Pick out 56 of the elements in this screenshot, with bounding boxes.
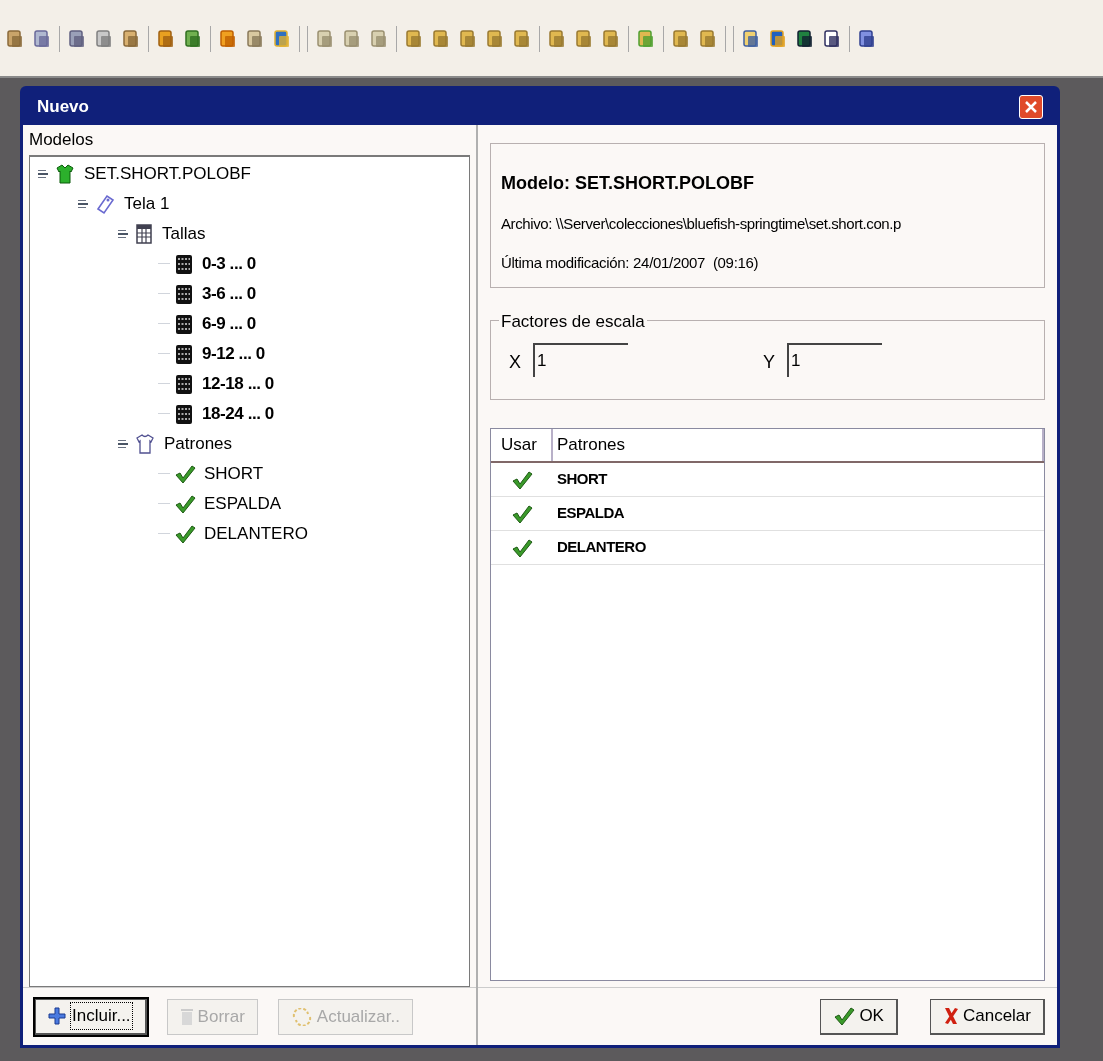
collapse-toggle[interactable]	[118, 229, 130, 238]
checkmark-icon	[174, 493, 196, 514]
collapse-toggle[interactable]	[78, 199, 90, 208]
dialog-button[interactable]: OK	[820, 998, 898, 1035]
tree-item[interactable]: 18-24 ... 0	[202, 400, 274, 427]
checkmark-icon	[174, 523, 196, 544]
tree-item[interactable]: Patrones	[164, 430, 233, 457]
column-header[interactable]: Patrones	[553, 429, 1044, 461]
table-cell-text: DELANTERO	[556, 537, 646, 558]
checkmark-icon	[511, 503, 533, 524]
x-icon	[942, 1006, 959, 1026]
tree-item[interactable]: 9-12 ... 0	[202, 340, 265, 367]
tree-item[interactable]: DELANTERO	[204, 520, 308, 547]
tree-item[interactable]: 12-18 ... 0	[202, 370, 274, 397]
collapse-toggle[interactable]	[118, 439, 130, 448]
shirt-icon	[54, 162, 76, 185]
field-label: X	[509, 350, 521, 374]
calculator-icon	[174, 312, 194, 335]
window-title: Nuevo	[37, 96, 89, 119]
tag-icon	[94, 192, 116, 215]
field-label: Y	[763, 350, 776, 374]
tree-item[interactable]: SHORT	[204, 460, 264, 487]
calculator-icon	[174, 252, 194, 275]
trash-icon	[179, 1007, 194, 1026]
tree-item[interactable]: Tela 1	[124, 190, 170, 217]
table-cell-text: SHORT	[556, 469, 607, 490]
shirt-outline-icon	[134, 432, 156, 455]
collapse-toggle[interactable]	[38, 169, 50, 178]
tree-item[interactable]: Tallas	[162, 220, 206, 247]
plus-icon	[48, 1007, 66, 1025]
calculator-icon	[174, 282, 194, 305]
panel-label: Modelos	[28, 129, 95, 151]
close-icon[interactable]	[1019, 95, 1043, 119]
calculator-icon	[174, 402, 194, 425]
table-cell-text: ESPALDA	[556, 503, 625, 524]
refresh-icon	[290, 1007, 313, 1026]
model-title: Modelo: SET.SHORT.POLOBF	[501, 172, 755, 195]
calculator-icon	[174, 372, 194, 395]
column-header[interactable]: Usar	[491, 429, 553, 461]
tree-item[interactable]: 3-6 ... 0	[202, 280, 256, 307]
checkmark-icon	[833, 1006, 856, 1026]
calculator-icon	[174, 342, 194, 365]
tree-item[interactable]: 6-9 ... 0	[202, 310, 256, 337]
table-icon	[134, 222, 154, 245]
tree-item[interactable]: SET.SHORT.POLOBF	[84, 160, 251, 187]
file-path: Archivo: \\Server\colecciones\bluefish-springtime\set.short.con.p	[501, 214, 903, 234]
tree-item[interactable]: 0-3 ... 0	[202, 250, 256, 277]
modified-date: Última modificación: 24/01/2007 (09:16)	[501, 252, 760, 273]
dialog-button[interactable]: Incluir...	[35, 998, 147, 1035]
checkmark-icon	[511, 537, 533, 558]
input-field[interactable]: 1	[787, 343, 883, 377]
input-field[interactable]: 1	[533, 343, 628, 377]
checkmark-icon	[174, 463, 196, 484]
checkmark-icon	[511, 469, 533, 490]
dialog-button[interactable]: Cancelar	[929, 998, 1045, 1035]
tree-item[interactable]: ESPALDA	[204, 490, 282, 517]
